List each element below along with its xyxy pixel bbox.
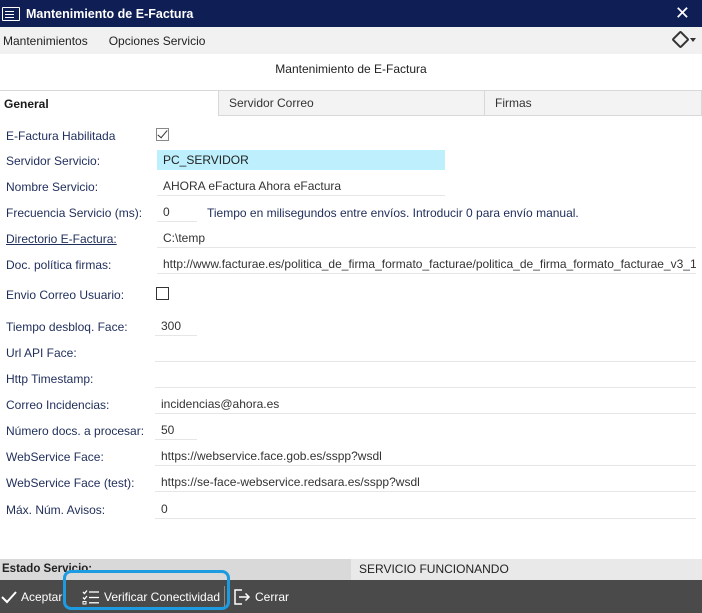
- checklist-icon: [82, 589, 99, 604]
- title-bar: Mantenimiento de E-Factura ✕: [0, 0, 702, 27]
- form-caption: Mantenimiento de E-Factura: [275, 62, 427, 76]
- input-frecuencia-servicio[interactable]: 0: [157, 202, 197, 222]
- input-doc-politica-firmas[interactable]: http://www.facturae.es/politica_de_firma…: [157, 254, 696, 274]
- menu-bar: Mantenimientos Opciones Servicio: [0, 27, 702, 54]
- window-title: Mantenimiento de E-Factura: [26, 6, 194, 21]
- input-servidor-servicio[interactable]: PC_SERVIDOR: [157, 150, 445, 170]
- checkmark-icon: [1, 590, 17, 603]
- action-bar: Aceptar Verificar Conectividad Cerrar: [0, 580, 702, 613]
- verify-connectivity-label: Verificar Conectividad: [104, 589, 221, 604]
- tab-strip: General Servidor Correo Firmas: [0, 90, 702, 116]
- label-servidor-servicio: Servidor Servicio:: [6, 154, 101, 168]
- checkbox-efactura-habilitada[interactable]: [156, 127, 169, 141]
- tab-servidor-correo[interactable]: Servidor Correo: [219, 90, 485, 116]
- input-numero-docs-procesar[interactable]: 50: [155, 420, 197, 440]
- tab-general[interactable]: General: [0, 90, 219, 116]
- label-url-api-face: Url API Face:: [6, 346, 77, 360]
- input-webservice-face[interactable]: https://webservice.face.gob.es/sspp?wsdl: [155, 446, 696, 466]
- label-numero-docs-procesar: Número docs. a procesar:: [6, 424, 145, 438]
- exit-icon: [234, 588, 251, 605]
- menu-opciones-servicio[interactable]: Opciones Servicio: [107, 34, 208, 48]
- divider: [224, 585, 225, 608]
- input-tiempo-desbloq-face[interactable]: 300: [155, 316, 197, 336]
- input-webservice-face-test[interactable]: https://se-face-webservice.redsara.es/ss…: [155, 472, 696, 492]
- label-webservice-face: WebService Face:: [6, 450, 104, 464]
- checkbox-envio-correo-usuario[interactable]: [156, 287, 169, 300]
- hint-frecuencia-servicio: Tiempo en milisegundos entre envíos. Int…: [207, 206, 579, 220]
- verify-connectivity-button[interactable]: Verificar Conectividad: [78, 580, 224, 613]
- tab-firmas[interactable]: Firmas: [485, 90, 702, 116]
- label-correo-incidencias: Correo Incidencias:: [6, 398, 110, 412]
- input-max-num-avisos[interactable]: 0: [155, 499, 696, 519]
- menu-mantenimientos[interactable]: Mantenimientos: [1, 34, 90, 48]
- label-http-timestamp: Http Timestamp:: [6, 372, 94, 386]
- accept-button[interactable]: Aceptar: [0, 580, 72, 613]
- label-frecuencia-servicio: Frecuencia Servicio (ms):: [6, 206, 143, 220]
- label-efactura-habilitada: E-Factura Habilitada: [6, 129, 116, 143]
- status-bar: Estado Servicio: SERVICIO FUNCIONANDO: [0, 559, 702, 580]
- close-icon[interactable]: ✕: [675, 3, 690, 23]
- label-tiempo-desbloq-face: Tiempo desbloq. Face:: [6, 320, 128, 334]
- input-url-api-face[interactable]: [155, 342, 696, 362]
- close-button[interactable]: Cerrar: [233, 580, 289, 613]
- app-icon: [2, 6, 20, 21]
- input-nombre-servicio[interactable]: AHORA eFactura Ahora eFactura: [157, 176, 445, 196]
- chevron-down-icon: [690, 37, 696, 42]
- label-nombre-servicio: Nombre Servicio:: [6, 180, 99, 194]
- accept-label: Aceptar: [21, 589, 63, 604]
- checkmark-icon: [157, 127, 168, 139]
- label-envio-correo-usuario: Envio Correo Usuario:: [6, 288, 125, 302]
- input-directorio-efactura[interactable]: C:\temp: [157, 228, 696, 248]
- link-directorio-efactura[interactable]: Directorio E-Factura:: [6, 232, 117, 246]
- status-value: SERVICIO FUNCIONANDO: [351, 559, 702, 580]
- label-webservice-face-test: WebService Face (test):: [6, 476, 135, 490]
- input-http-timestamp[interactable]: [155, 368, 696, 388]
- label-max-num-avisos: Máx. Núm. Avisos:: [6, 503, 106, 517]
- options-dropdown-button[interactable]: [671, 30, 696, 49]
- close-label: Cerrar: [255, 589, 290, 604]
- diamond-options-icon: [671, 30, 690, 49]
- label-doc-politica-firmas: Doc. política firmas:: [6, 258, 112, 272]
- input-correo-incidencias[interactable]: incidencias@ahora.es: [155, 394, 696, 414]
- status-label: Estado Servicio:: [2, 563, 93, 575]
